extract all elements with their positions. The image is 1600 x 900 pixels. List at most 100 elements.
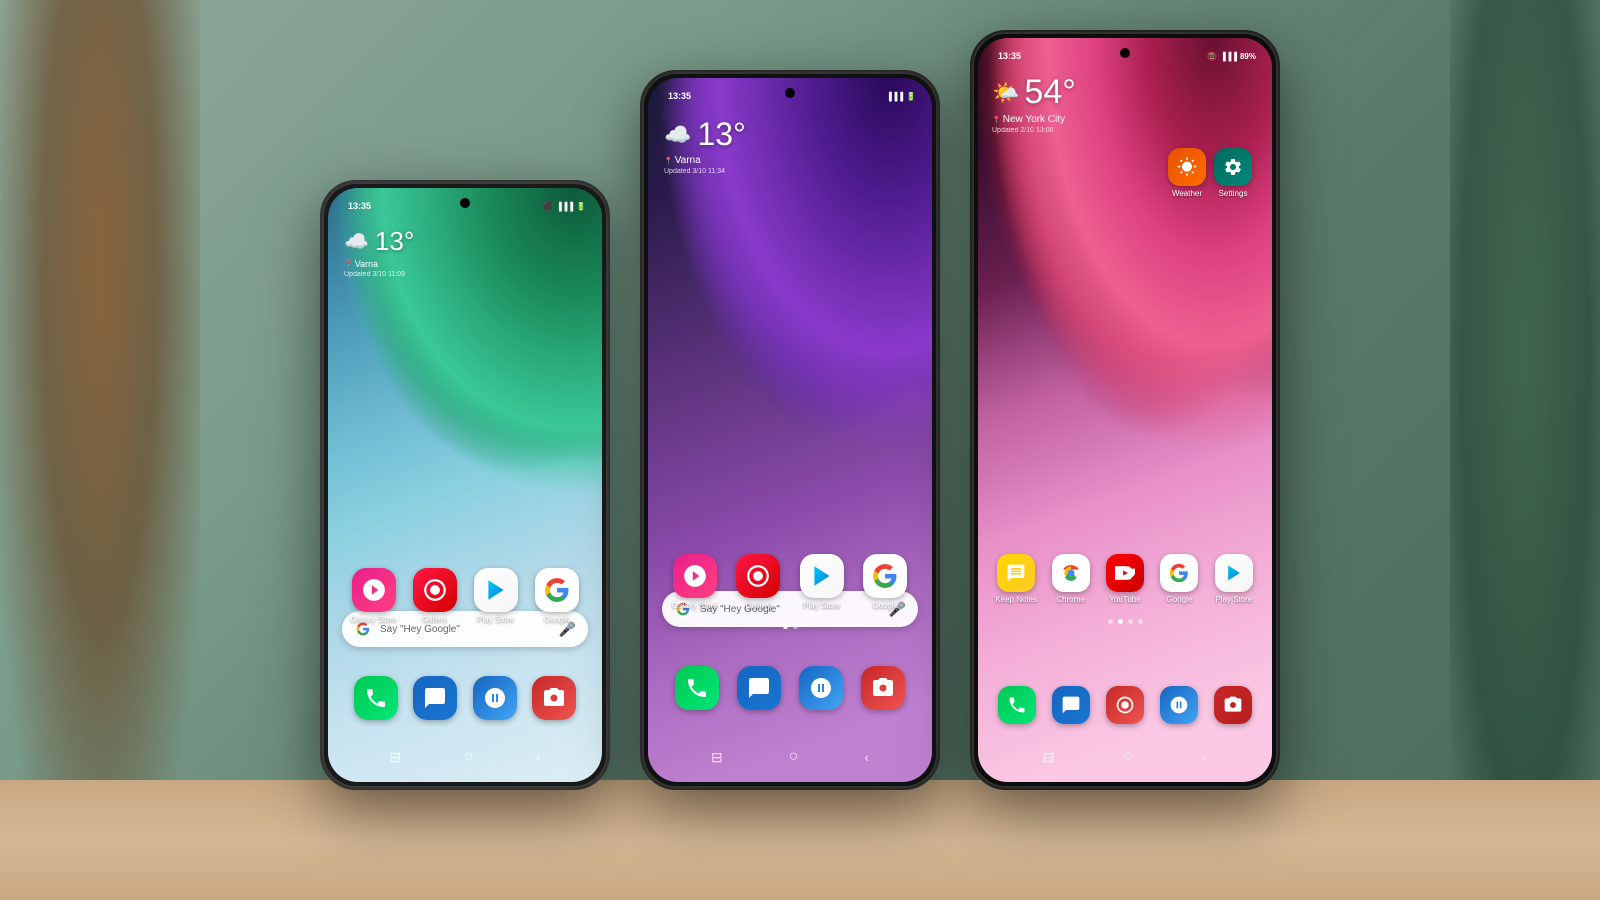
phone-left-app-grid: Galaxy Store Gallery Play Store — [328, 568, 602, 624]
phone-right-camera — [1120, 48, 1130, 58]
phone-right-app-youtube[interactable]: YouTube — [1101, 554, 1149, 604]
phone-left-wifi-icon: 🔋 — [576, 202, 586, 211]
phone-left-dock-samsung[interactable] — [465, 676, 525, 720]
phone-right-dock-samsung[interactable] — [1152, 686, 1206, 724]
phone-left-dot-2 — [468, 637, 473, 642]
phone-right-settings-label: Settings — [1219, 189, 1248, 198]
phone-left-nav-back[interactable]: ‹ — [536, 749, 541, 765]
phone-center-google-label: Google — [872, 601, 898, 610]
phone-left-weather: ☁️ 13° 📍 Varna Updated 3/10 11:09 — [344, 226, 414, 278]
phone-left-dock-messages[interactable] — [406, 676, 466, 720]
phone-left-nav-recent[interactable]: ⊟ — [389, 749, 401, 766]
background-right-blur — [1450, 0, 1600, 900]
phone-left-dock-samsung-icon — [473, 676, 517, 720]
phone-center-camera — [785, 88, 795, 98]
phone-center-weather-updated: Updated 3/10 11:34 — [664, 168, 746, 175]
phone-center-nav-recent[interactable]: ⊟ — [711, 749, 723, 766]
phone-center-play-store-icon — [800, 554, 844, 598]
phone-left-dock-phone[interactable] — [346, 676, 406, 720]
phone-right-dock-gallery[interactable] — [1098, 686, 1152, 724]
phone-left-app-google[interactable]: Google — [529, 568, 584, 624]
phone-center-dock-camera[interactable] — [852, 666, 914, 710]
phone-right-page-dots — [978, 619, 1272, 624]
phone-center-dock-samsung[interactable] — [790, 666, 852, 710]
phone-center-dock-phone[interactable] — [666, 666, 728, 710]
phone-right-wifi-icon: ▐▐▐ — [1220, 52, 1237, 61]
phone-right-app-weather[interactable]: Weather — [1168, 148, 1206, 198]
phone-right-weather-app-label: Weather — [1172, 189, 1202, 198]
phone-right-settings-icon — [1214, 148, 1252, 186]
phone-left-signal-icon: ▐▐▐ — [556, 202, 573, 211]
phone-right-side-button-1 — [1278, 152, 1280, 202]
phone-right-dock-phone[interactable] — [990, 686, 1044, 724]
phone-center-app-gallery[interactable]: Gallery — [730, 554, 788, 610]
phone-left-weather-icon: ☁️ — [344, 229, 369, 254]
phone-right-keep-notes-icon — [997, 554, 1035, 592]
phone-center-app-google[interactable]: Google — [857, 554, 915, 610]
phone-right-google-label: Google — [1166, 595, 1192, 604]
phone-right-app-play-store[interactable]: Play Store — [1210, 554, 1258, 604]
background-left-blur — [0, 0, 200, 900]
phone-right-dock-camera[interactable] — [1206, 686, 1260, 724]
phone-left-dock-phone-icon — [354, 676, 398, 720]
phone-left-side-button-2 — [608, 367, 610, 437]
phone-right-app-keep-notes[interactable]: Keep Notes — [992, 554, 1040, 604]
phone-center-nav-back[interactable]: ‹ — [864, 749, 869, 765]
phone-center-weather-temp: 13° — [697, 116, 745, 153]
phone-left-nav-bar: ⊟ ○ ‹ — [328, 748, 602, 766]
phone-center-galaxy-store-label: Galaxy Store — [672, 601, 718, 610]
phone-right-side-button-2 — [1278, 217, 1280, 287]
phone-right-dock-messages[interactable] — [1044, 686, 1098, 724]
phone-right-dock-messages-icon — [1052, 686, 1090, 724]
phone-center-wifi-icon: 🔋 — [906, 92, 916, 101]
phone-left-weather-temp: 13° — [375, 226, 414, 257]
phone-left-galaxy-store-label: Galaxy Store — [350, 615, 396, 624]
phone-center-signal-icon: ▐▐▐ — [886, 92, 903, 101]
phone-center-gallery-icon — [736, 554, 780, 598]
phone-right-nav-home[interactable]: ○ — [1124, 748, 1134, 766]
phone-left-play-store-label: Play Store — [477, 615, 514, 624]
phone-center-page-dots — [648, 624, 932, 629]
phone-right-weather-temp: 54° — [1024, 73, 1075, 112]
phone-left-gallery-icon — [413, 568, 457, 612]
phone-left-side-button-1 — [608, 302, 610, 352]
phone-left-app-galaxy-store[interactable]: Galaxy Store — [346, 568, 401, 624]
phone-left-gallery-label: Gallery — [422, 615, 447, 624]
phone-left-nav-home[interactable]: ○ — [464, 748, 474, 766]
phone-center-app-play-store[interactable]: Play Store — [793, 554, 851, 610]
phone-center-weather-icon: ☁️ — [664, 122, 691, 148]
phone-center-status-icons: ▐▐▐ 🔋 — [886, 92, 916, 101]
phone-left-dock-camera-icon — [532, 676, 576, 720]
phone-right-nav-recent[interactable]: ⊟ — [1043, 749, 1055, 766]
phone-left-search-text: Say "Hey Google" — [380, 624, 551, 635]
phone-right-signal-icon: 📵 — [1207, 52, 1217, 61]
phone-center-dock-messages-icon — [737, 666, 781, 710]
phone-right-dot-1 — [1108, 619, 1113, 624]
phone-right-app-settings[interactable]: Settings — [1214, 148, 1252, 198]
phone-right-dock-gallery-icon — [1106, 686, 1144, 724]
phone-right-app-chrome[interactable]: Chrome — [1046, 554, 1094, 604]
phone-left-dock-camera[interactable] — [525, 676, 585, 720]
phone-center-dock — [648, 666, 932, 710]
phone-right-nav-back[interactable]: ‹ — [1203, 749, 1208, 765]
phone-center-gallery-label: Gallery — [746, 601, 771, 610]
phone-right-weather-location: 📍 New York City — [992, 114, 1076, 125]
phone-right-nav-bar: ⊟ ○ ‹ — [978, 748, 1272, 766]
phone-left-screen: 13:35 ⬛ ▐▐▐ 🔋 ☁️ 13° 📍 Varna — [328, 188, 602, 782]
phone-right-weather: 🌤️ 54° 📍 New York City Updated 2/10 13:0… — [992, 73, 1076, 134]
phone-center-weather-location: 📍 Varna — [664, 155, 746, 166]
phone-center-app-grid: Galaxy Store Gallery Play Store — [648, 554, 932, 610]
phone-left-weather-location: 📍 Varna — [344, 259, 414, 269]
phone-right-app-google[interactable]: Google — [1155, 554, 1203, 604]
phone-left-app-play-store[interactable]: Play Store — [468, 568, 523, 624]
phone-left-app-gallery[interactable]: Gallery — [407, 568, 462, 624]
phone-center-app-galaxy-store[interactable]: Galaxy Store — [666, 554, 724, 610]
table-surface — [0, 780, 1600, 900]
phone-center-play-store-label: Play Store — [803, 601, 840, 610]
phone-right-play-store-icon — [1215, 554, 1253, 592]
phone-center-dock-messages[interactable] — [728, 666, 790, 710]
phone-left-dock-messages-icon — [413, 676, 457, 720]
phone-left-charge-icon: ⬛ — [543, 202, 553, 211]
phone-center-nav-home[interactable]: ○ — [789, 748, 799, 766]
phone-right-dock-camera-icon — [1214, 686, 1252, 724]
